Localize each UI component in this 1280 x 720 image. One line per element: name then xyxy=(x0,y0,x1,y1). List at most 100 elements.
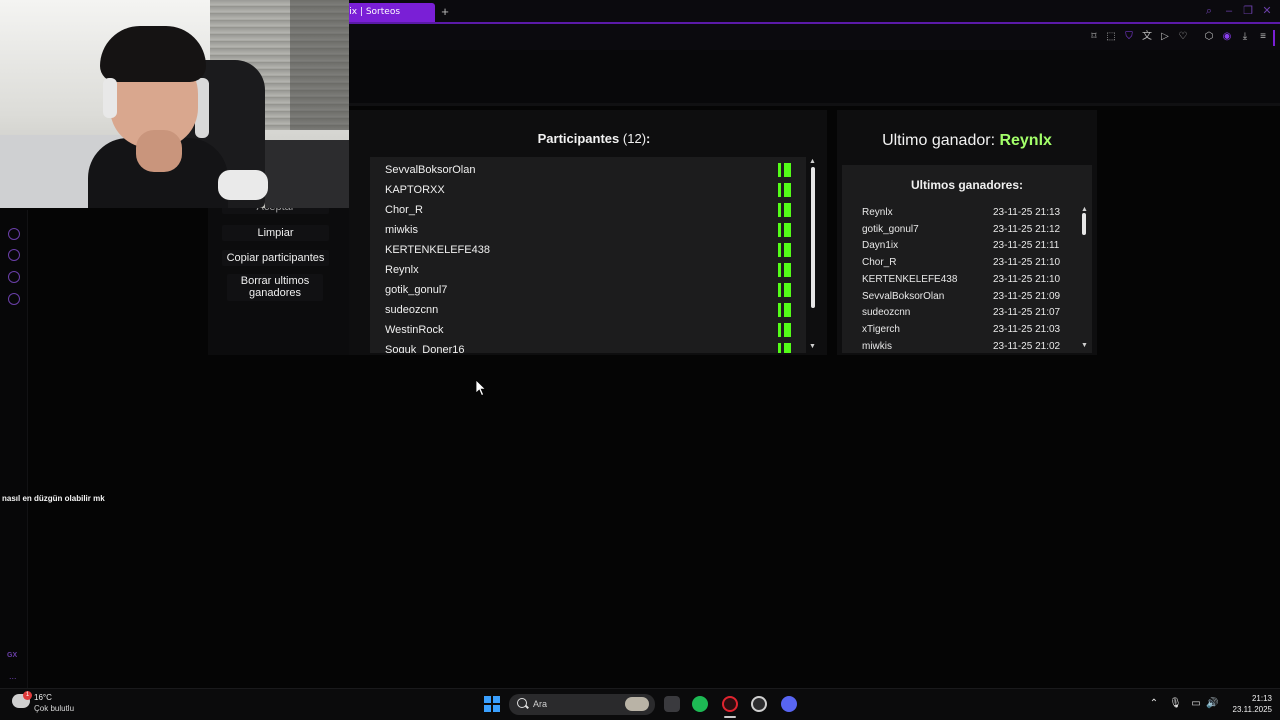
tab-title: Rix | Sorteos xyxy=(343,7,401,17)
toolbar-accent-bar xyxy=(1273,30,1275,46)
participant-row[interactable]: WestinRock xyxy=(370,319,806,339)
kick-icon xyxy=(778,243,791,257)
tab-active[interactable]: Rix | Sorteos xyxy=(338,3,435,22)
webcam-headset xyxy=(103,78,117,118)
extensions-icon[interactable]: ⬡ xyxy=(1202,30,1216,44)
sidebar-settings-icon[interactable] xyxy=(8,293,20,305)
new-tab-button[interactable]: + xyxy=(438,5,452,19)
winners-scrollbar[interactable] xyxy=(1082,213,1086,235)
mouse-cursor-icon xyxy=(476,380,487,396)
winner-name: Reynlx xyxy=(862,207,893,218)
participant-row[interactable]: gotik_gonul7 xyxy=(370,279,806,299)
winners-scroll-down-icon[interactable]: ▼ xyxy=(1081,342,1088,349)
bookmark-icon[interactable]: ⌑ xyxy=(1087,30,1101,44)
winner-row: sudeozcnn 23-11-25 21:07 xyxy=(842,305,1082,322)
webcam-person-hair xyxy=(100,26,206,82)
volume-icon[interactable]: 🔊 xyxy=(1206,698,1218,709)
participant-name: KERTENKELEFE438 xyxy=(385,244,490,256)
tray-overflow-icon[interactable]: ⌃ xyxy=(1148,698,1160,709)
participants-list[interactable]: SevvalBoksorOlan KAPTORXX Chor_Rmiwkis KERT… xyxy=(370,157,806,353)
kick-icon xyxy=(778,203,791,217)
winners-scroll-up-icon[interactable]: ▲ xyxy=(1081,206,1088,213)
participant-row[interactable]: Chor_R xyxy=(370,199,806,219)
taskbar-search-placeholder: Ara xyxy=(533,699,548,709)
clear-button[interactable]: Limpiar xyxy=(222,225,329,241)
participant-name: KAPTORXX xyxy=(385,184,445,196)
participants-scroll-down-icon[interactable]: ▼ xyxy=(809,343,816,350)
winner-name: xTigerch xyxy=(862,323,900,335)
participant-name: gotik_gonul7 xyxy=(385,284,448,296)
kick-icon xyxy=(778,343,791,353)
task-view-icon[interactable] xyxy=(664,696,680,712)
taskbar-clock[interactable]: 21:13 23.11.2025 xyxy=(1222,693,1272,715)
kick-icon xyxy=(778,163,791,177)
winner-name: miwkis xyxy=(862,340,892,352)
weather-temperature[interactable]: 16°C xyxy=(34,693,52,702)
webcam-drone xyxy=(218,170,268,200)
participant-name: Soguk_Doner16 xyxy=(385,344,465,353)
windows-start-icon[interactable] xyxy=(484,696,500,712)
microphone-icon[interactable]: 🎙 xyxy=(1169,698,1182,709)
spotify-icon[interactable] xyxy=(692,696,708,712)
recent-winners-title: Ultimos ganadores: xyxy=(910,178,1024,192)
opera-gx-active-indicator xyxy=(724,716,736,718)
clock-time: 21:13 xyxy=(1251,694,1272,703)
winner-time: 23-11-25 21:12 xyxy=(993,223,1061,235)
winner-time: 23-11-25 21:03 xyxy=(993,323,1061,335)
participants-scrollbar[interactable] xyxy=(811,167,815,308)
webcam-desk xyxy=(265,140,349,208)
participant-row[interactable]: KAPTORXX xyxy=(370,179,806,199)
participant-row[interactable]: sudeozcnn xyxy=(370,299,806,319)
kick-icon xyxy=(778,323,791,337)
kick-icon xyxy=(778,263,791,277)
participant-row[interactable]: KERTENKELEFE438 xyxy=(370,239,806,259)
kick-icon xyxy=(778,223,791,237)
obs-icon[interactable] xyxy=(751,696,767,712)
search-tabs-icon[interactable]: ⌕ xyxy=(1202,4,1216,18)
gx-logo[interactable]: GX xyxy=(7,652,17,659)
participant-row[interactable]: SevvalBoksorOlan xyxy=(370,159,806,179)
winner-name: gotik_gonul7 xyxy=(862,223,919,235)
winner-time: 23-11-25 21:10 xyxy=(993,273,1061,285)
winner-row: SevvalBoksorOlan 23-11-25 21:09 xyxy=(842,289,1082,306)
participant-row[interactable]: miwkis xyxy=(370,219,806,239)
participant-row[interactable]: Soguk_Doner16 xyxy=(370,339,806,353)
opera-gx-icon[interactable] xyxy=(722,696,738,712)
participants-title: Participantes (12): xyxy=(349,131,839,146)
weather-condition[interactable]: Çok bulutlu xyxy=(34,704,74,713)
winner-time: 23-11-25 21:09 xyxy=(993,290,1061,302)
winner-row: Dayn1ix 23-11-25 21:11 xyxy=(842,238,1082,255)
webcam-person-hand xyxy=(136,130,182,172)
minimize-icon[interactable]: – xyxy=(1222,4,1236,18)
sidebar-clock-icon[interactable] xyxy=(8,228,20,240)
translate-icon[interactable]: 文 xyxy=(1140,30,1154,44)
winner-name: KERTENKELEFE438 xyxy=(862,273,958,285)
heart-icon[interactable]: ♡ xyxy=(1176,30,1190,44)
delete-winners-button[interactable]: Borrar ultimos ganadores xyxy=(227,274,323,301)
copy-participants-button[interactable]: Copiar participantes xyxy=(222,250,329,266)
participants-scroll-up-icon[interactable]: ▲ xyxy=(809,158,816,165)
chat-message: nasıl en düzgün olabilir mk xyxy=(2,494,105,503)
sidebar-more-icon[interactable]: ... xyxy=(9,671,17,681)
download-icon[interactable]: ⤓ xyxy=(1238,30,1252,44)
winner-row: gotik_gonul7 23-11-25 21:12 xyxy=(842,222,1082,239)
kick-icon xyxy=(778,183,791,197)
participant-name: miwkis xyxy=(385,224,418,236)
participant-row[interactable]: Reynlx xyxy=(370,259,806,279)
winner-row: xTigerch 23-11-25 21:03 xyxy=(842,322,1082,339)
profile-icon[interactable]: ◉ xyxy=(1220,30,1234,44)
winner-name: Chor_R xyxy=(862,257,897,269)
recent-winners-box[interactable]: Ultimos ganadores: Reynlx 23-11-25 21:13 g… xyxy=(842,165,1092,353)
shield-icon[interactable]: ⛉ xyxy=(1122,30,1136,44)
winner-name: SevvalBoksorOlan xyxy=(862,290,945,302)
discord-icon[interactable] xyxy=(781,696,797,712)
menu-icon[interactable]: ≡ xyxy=(1256,30,1270,44)
play-icon[interactable]: ▷ xyxy=(1158,30,1172,44)
sidebar-extension-icon[interactable] xyxy=(8,271,20,283)
last-winner: Ultimo ganador: Reynlx xyxy=(837,132,1097,150)
close-icon[interactable]: ✕ xyxy=(1260,4,1274,18)
network-icon[interactable]: ▭ xyxy=(1190,698,1202,709)
snapshot-icon[interactable]: ⬚ xyxy=(1104,30,1118,44)
sidebar-history-icon[interactable] xyxy=(8,249,20,261)
maximize-icon[interactable]: ❐ xyxy=(1241,4,1255,18)
